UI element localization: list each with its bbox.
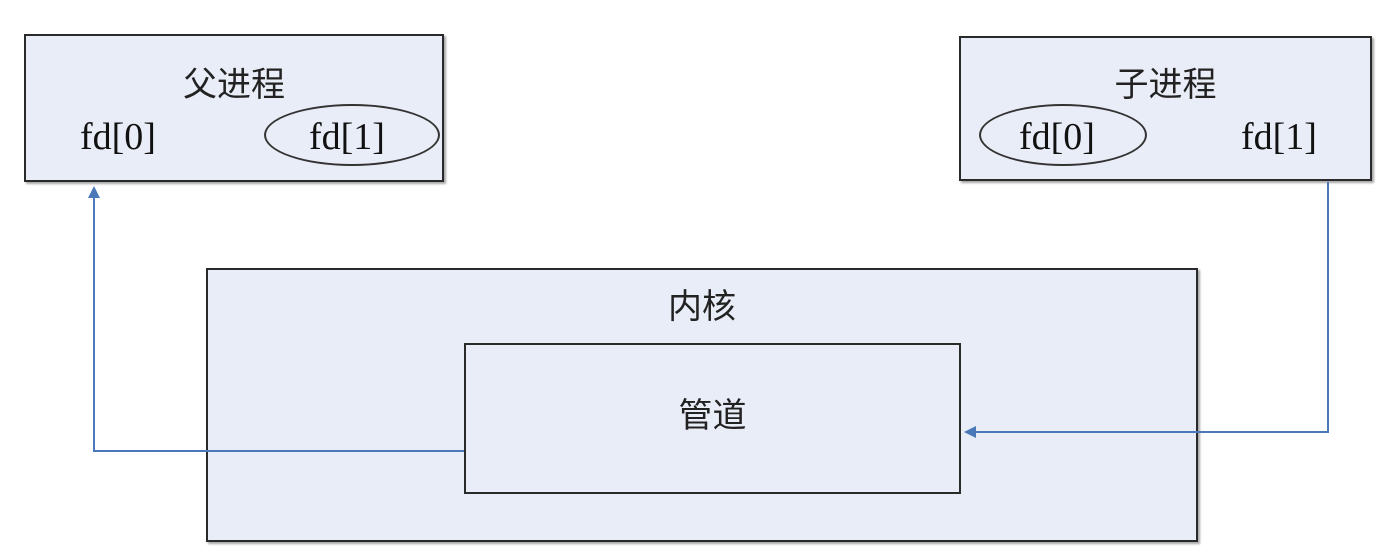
pipe-to-parent-arrow [88, 186, 464, 452]
flow-arrows [88, 182, 1329, 452]
child-to-pipe-arrow [964, 182, 1329, 438]
